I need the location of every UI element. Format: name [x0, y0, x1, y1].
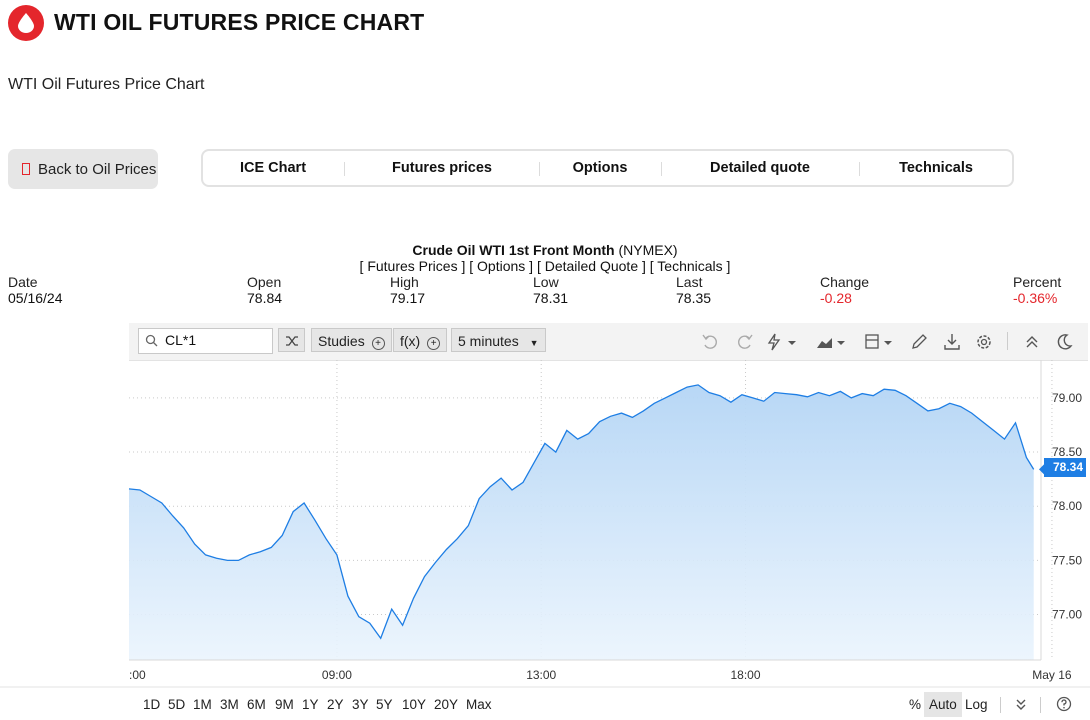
- draw-pencil-icon[interactable]: [909, 332, 931, 352]
- range-divider: [1040, 697, 1041, 713]
- price-area: [129, 384, 1034, 660]
- instrument-title: Crude Oil WTI 1st Front Month (NYMEX): [0, 242, 1090, 258]
- high-value: 79.17: [390, 290, 426, 306]
- x-tick-label: 09:00: [322, 668, 352, 682]
- date-value: 05/16/24: [8, 290, 63, 306]
- plus-circle-icon: +: [371, 337, 385, 350]
- y-tick-label: 77.00: [1052, 608, 1082, 622]
- last-price-tag: 78.34: [1044, 458, 1086, 477]
- range-2y[interactable]: 2Y: [327, 697, 344, 712]
- instrument-links[interactable]: [ Futures Prices ] [ Options ] [ Detaile…: [0, 258, 1090, 274]
- back-button-label: Back to Oil Prices: [38, 160, 157, 178]
- tab-futures-prices[interactable]: Futures prices: [345, 151, 539, 185]
- page-subtitle: WTI Oil Futures Price Chart: [8, 76, 205, 93]
- range-3m[interactable]: 3M: [220, 697, 239, 712]
- chart-toolbar: CL*1 Studies + f(x) + 5 minutes ▼: [129, 323, 1088, 361]
- range-bar: 1D 5D 1M 3M 6M 9M 1Y 2Y 3Y 5Y 10Y 20Y Max % Auto Log: [0, 688, 1090, 720]
- x-tick-label: 18:00: [730, 668, 760, 682]
- y-tick-label: 78.50: [1052, 445, 1082, 459]
- plus-circle-icon: +: [427, 337, 441, 350]
- tab-options[interactable]: Options: [540, 151, 660, 185]
- x-tick-label: 13:00: [526, 668, 556, 682]
- chevrons-down-icon[interactable]: [1013, 697, 1029, 713]
- redo-icon[interactable]: [733, 332, 755, 352]
- tab-technicals[interactable]: Technicals: [860, 151, 1012, 185]
- range-5d[interactable]: 5D: [168, 697, 185, 712]
- studies-label: Studies: [318, 333, 365, 349]
- quote-date: Date 05/16/24: [8, 274, 63, 306]
- studies-button[interactable]: Studies +: [311, 328, 392, 352]
- high-label: High: [390, 274, 419, 290]
- range-5y[interactable]: 5Y: [376, 697, 393, 712]
- quote-percent: Percent -0.36%: [1013, 274, 1061, 306]
- back-icon: [22, 163, 30, 175]
- y-tick-label: 79.00: [1052, 391, 1082, 405]
- range-9m[interactable]: 9M: [275, 697, 294, 712]
- gear-icon[interactable]: [973, 332, 995, 352]
- last-label: Last: [676, 274, 703, 290]
- download-icon[interactable]: [941, 332, 963, 352]
- date-label: Date: [8, 274, 38, 290]
- interval-select[interactable]: 5 minutes ▼: [451, 328, 546, 352]
- instrument-name: Crude Oil WTI 1st Front Month: [412, 242, 615, 258]
- symbol-search-input[interactable]: CL*1: [138, 328, 273, 354]
- collapse-icon[interactable]: [1021, 332, 1043, 352]
- range-1m[interactable]: 1M: [193, 697, 212, 712]
- tab-ice-chart[interactable]: ICE Chart: [203, 151, 343, 185]
- range-6m[interactable]: 6M: [247, 697, 266, 712]
- x-tick-label: May 16: [1032, 668, 1072, 682]
- help-icon[interactable]: [1056, 696, 1072, 712]
- y-tick-label: 78.00: [1052, 499, 1082, 513]
- quote-low: Low 78.31: [533, 274, 568, 306]
- percent-label: Percent: [1013, 274, 1062, 290]
- shuffle-icon: [286, 336, 298, 346]
- last-value: 78.35: [676, 290, 712, 306]
- shuffle-button[interactable]: [278, 328, 305, 352]
- chart-tabs: ICE Chart Futures prices Options Detaile…: [201, 149, 1014, 187]
- log-scale-toggle[interactable]: Log: [965, 697, 988, 712]
- range-1d[interactable]: 1D: [143, 697, 160, 712]
- interval-label: 5 minutes: [458, 333, 519, 349]
- change-label: Change: [820, 274, 870, 290]
- y-tick-label: 77.50: [1052, 553, 1082, 567]
- low-value: 78.31: [533, 290, 569, 306]
- range-1y[interactable]: 1Y: [302, 697, 319, 712]
- oil-drop-logo: [8, 5, 44, 41]
- quote-change: Change -0.28: [820, 274, 869, 306]
- search-icon: [145, 334, 158, 347]
- events-icon[interactable]: [765, 332, 799, 352]
- quote-high: High 79.17: [390, 274, 425, 306]
- percent-value: -0.36%: [1013, 290, 1058, 306]
- range-10y[interactable]: 10Y: [402, 697, 426, 712]
- dark-mode-moon-icon[interactable]: [1053, 332, 1075, 352]
- templates-icon[interactable]: [863, 332, 897, 352]
- auto-scale-toggle[interactable]: Auto: [924, 692, 962, 717]
- x-tick-label: :00: [129, 668, 146, 682]
- back-to-oil-prices-button[interactable]: Back to Oil Prices: [8, 149, 158, 189]
- change-value: -0.28: [820, 290, 852, 306]
- instrument-exchange: (NYMEX): [618, 242, 678, 258]
- quote-last: Last 78.35: [676, 274, 711, 306]
- price-chart[interactable]: 79.00 78.50 78.00 77.50 77.00 :00 09:00 13:00 18…: [0, 360, 1090, 688]
- quote-open: Open 78.84: [247, 274, 282, 306]
- chevron-down-icon: ▼: [529, 338, 539, 348]
- symbol-search-value: CL*1: [165, 332, 197, 348]
- fx-label: f(x): [400, 333, 421, 349]
- fx-button[interactable]: f(x) +: [393, 328, 448, 352]
- range-divider: [1000, 697, 1001, 713]
- page-title: WTI OIL FUTURES PRICE CHART: [54, 9, 425, 35]
- tab-detailed-quote[interactable]: Detailed quote: [662, 151, 858, 185]
- open-value: 78.84: [247, 290, 283, 306]
- undo-icon[interactable]: [700, 332, 722, 352]
- range-max[interactable]: Max: [466, 697, 492, 712]
- percent-scale-toggle[interactable]: %: [909, 697, 921, 712]
- chart-type-icon[interactable]: [815, 332, 849, 352]
- range-3y[interactable]: 3Y: [352, 697, 369, 712]
- low-label: Low: [533, 274, 559, 290]
- open-label: Open: [247, 274, 282, 290]
- range-20y[interactable]: 20Y: [434, 697, 458, 712]
- toolbar-divider: [1007, 332, 1008, 350]
